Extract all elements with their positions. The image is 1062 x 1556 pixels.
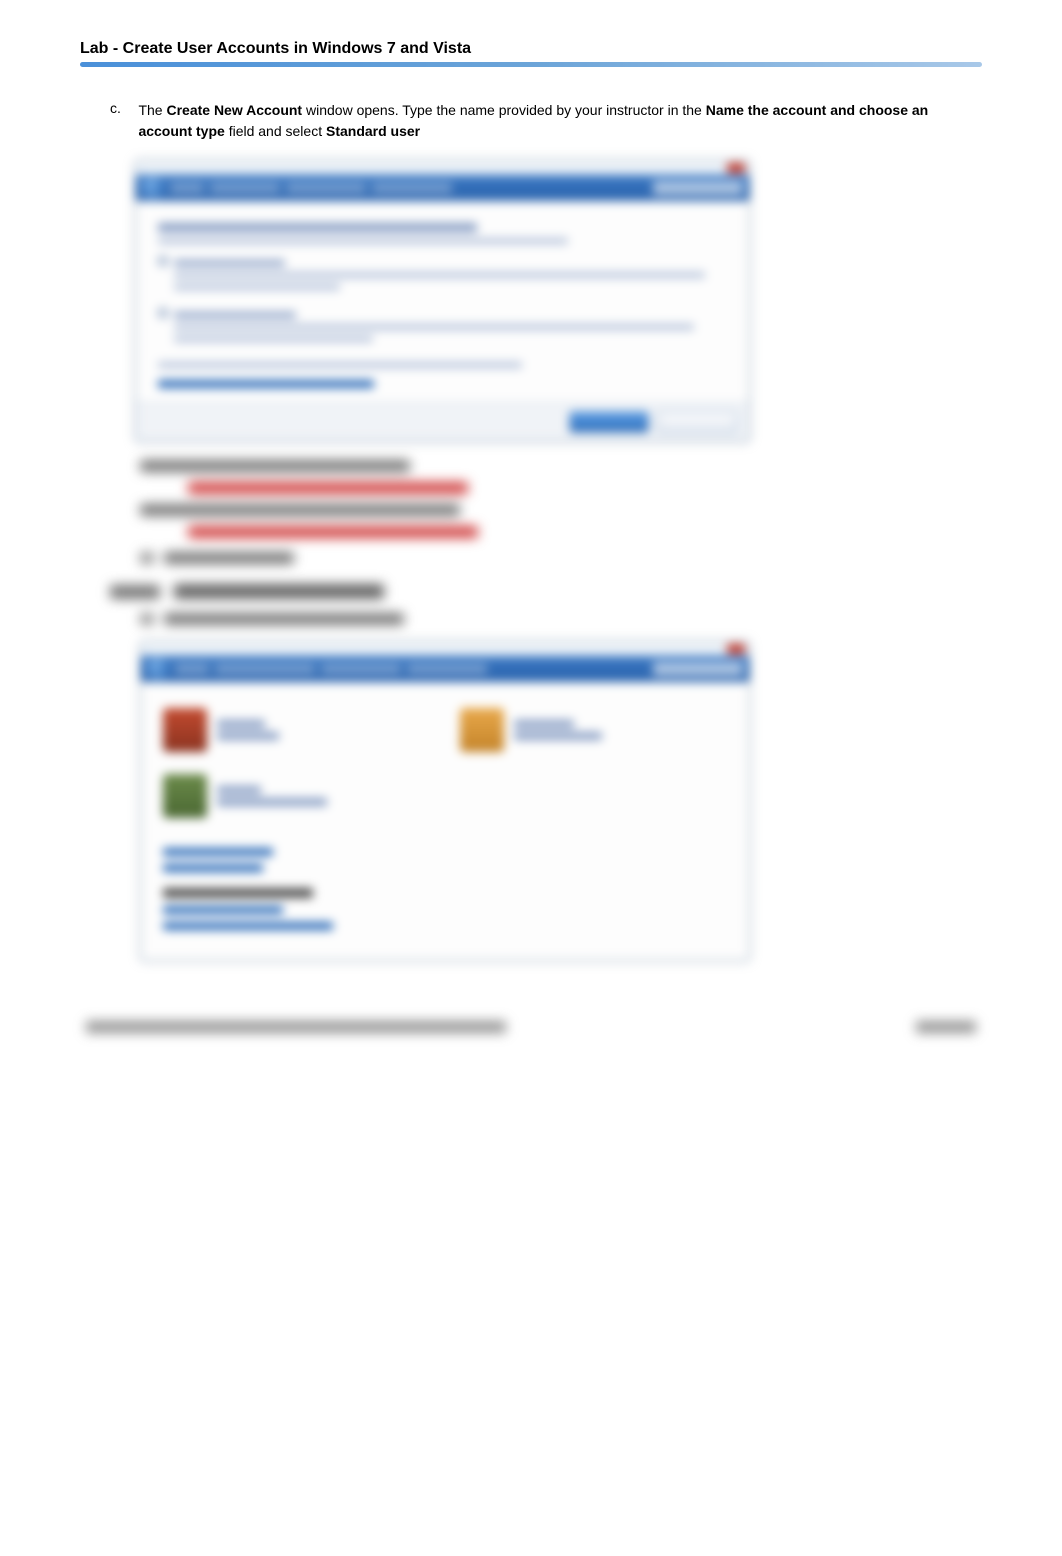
item-letter — [140, 613, 154, 625]
screenshot-manage-accounts — [140, 641, 750, 961]
section-heading — [163, 888, 313, 898]
link-line — [163, 922, 333, 930]
radio-icon — [158, 308, 168, 318]
item-text — [164, 613, 404, 625]
input-line — [158, 238, 568, 244]
breadcrumb-segment — [170, 183, 204, 193]
breadcrumb-segment — [210, 183, 280, 193]
answer-line — [188, 482, 468, 494]
window-navbar — [141, 656, 749, 682]
list-item: c. The Create New Account window opens. … — [110, 100, 982, 142]
radio-icon — [158, 256, 168, 266]
heading-line — [158, 223, 477, 232]
breadcrumb-segment — [407, 664, 487, 674]
question-line — [140, 504, 460, 516]
header-underline — [80, 62, 982, 67]
account-type — [514, 732, 602, 740]
link-text — [158, 380, 374, 388]
option-title — [174, 260, 285, 266]
cancel-button — [657, 411, 737, 433]
text-segment: field and select — [225, 123, 326, 139]
link-line — [163, 906, 283, 914]
account-name — [217, 720, 265, 728]
option-title — [174, 312, 296, 318]
avatar — [460, 708, 504, 752]
account-tile — [460, 708, 727, 752]
text-segment: window opens. Type the name provided by … — [302, 102, 706, 118]
text-segment: The — [138, 102, 166, 118]
accounts-grid — [141, 682, 749, 836]
option-desc — [174, 284, 340, 290]
back-icon — [147, 658, 169, 680]
option-desc — [174, 272, 705, 278]
item-text — [164, 552, 294, 564]
window-body — [136, 201, 749, 402]
window-titlebar — [136, 161, 749, 175]
bold-segment: Create New Account — [166, 102, 302, 118]
breadcrumb-segment — [215, 664, 315, 674]
copyright-line — [86, 1021, 506, 1033]
radio-option — [158, 254, 727, 296]
close-icon — [727, 163, 745, 173]
screenshot-create-account — [135, 160, 750, 442]
create-account-button — [569, 411, 649, 433]
close-icon — [727, 644, 745, 654]
account-name — [217, 786, 261, 794]
search-field — [653, 181, 743, 195]
radio-option — [158, 306, 727, 348]
window-titlebar — [141, 642, 749, 656]
breadcrumb-segment — [321, 664, 401, 674]
list-item — [140, 552, 982, 564]
button-row — [136, 402, 749, 441]
bottom-links — [141, 836, 749, 960]
step-heading — [110, 584, 982, 599]
step-label — [110, 585, 160, 599]
back-icon — [142, 177, 164, 199]
breadcrumb-segment — [286, 183, 366, 193]
item-text: The Create New Account window opens. Typ… — [138, 100, 980, 142]
link-line — [163, 848, 273, 856]
blurred-content — [110, 460, 982, 625]
link-line — [163, 864, 263, 872]
page-header: Lab - Create User Accounts in Windows 7 … — [80, 40, 982, 75]
account-type — [217, 798, 327, 806]
account-tile — [163, 774, 430, 818]
option-desc — [174, 324, 694, 330]
avatar — [163, 774, 207, 818]
avatar — [163, 708, 207, 752]
breadcrumb-segment — [372, 183, 452, 193]
answer-line — [188, 526, 478, 538]
info-text — [158, 362, 522, 368]
page-number — [916, 1021, 976, 1033]
item-letter — [140, 552, 154, 564]
breadcrumb-segment — [175, 664, 209, 674]
account-name — [514, 720, 574, 728]
account-type — [217, 732, 279, 740]
question-line — [140, 460, 410, 472]
content-area: c. The Create New Account window opens. … — [80, 100, 982, 961]
search-field — [653, 662, 743, 676]
header-title: Lab - Create User Accounts in Windows 7 … — [80, 40, 471, 57]
page-footer — [80, 1021, 982, 1033]
window-navbar — [136, 175, 749, 201]
account-tile — [163, 708, 430, 752]
item-letter: c. — [110, 100, 134, 116]
list-item — [140, 613, 982, 625]
option-desc — [174, 336, 373, 342]
step-title — [174, 584, 384, 599]
bold-segment: Standard user — [326, 123, 420, 139]
